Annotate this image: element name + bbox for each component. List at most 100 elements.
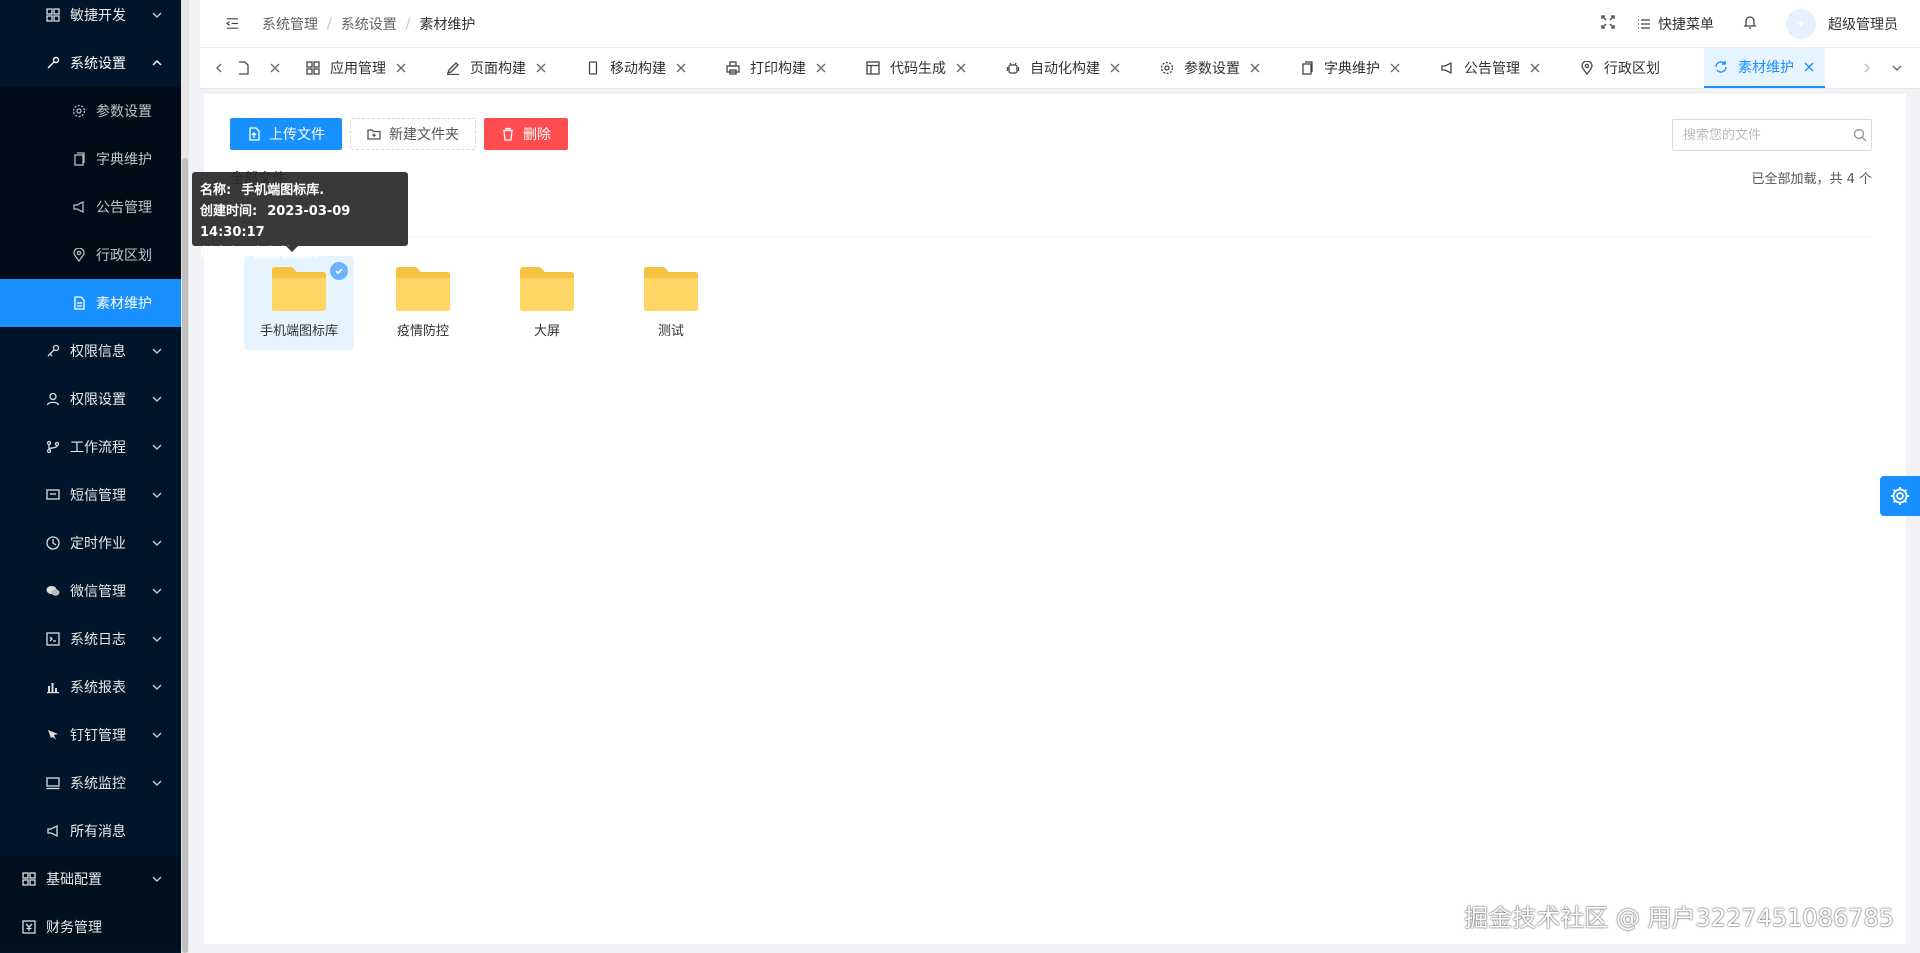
- trash-icon: [501, 127, 515, 141]
- tab-close-icon[interactable]: [1529, 62, 1541, 74]
- file-icon: [72, 296, 86, 310]
- tab-close-icon[interactable]: [1109, 62, 1121, 74]
- sidebar-item-system-reports[interactable]: 系统报表: [0, 663, 189, 711]
- tab-regions[interactable]: 行政区划: [1570, 48, 1670, 88]
- tooltip-label: 创建时间:: [200, 204, 258, 219]
- sidebar-item-dictionary[interactable]: 字典维护: [0, 135, 189, 183]
- sidebar-item-label: 基础配置: [46, 872, 102, 888]
- checkmark-icon[interactable]: [330, 262, 348, 280]
- tab-code-generation[interactable]: 代码生成: [856, 48, 977, 88]
- folder-icon: [272, 267, 326, 311]
- sidebar-item-system-settings[interactable]: 系统设置: [0, 39, 189, 87]
- sidebar-item-wechat[interactable]: 微信管理: [0, 567, 189, 615]
- tab-close-icon[interactable]: [1389, 62, 1401, 74]
- android-icon: [1006, 61, 1020, 75]
- folder-item[interactable]: 疫情防控: [368, 256, 478, 350]
- bell-icon: [1742, 14, 1758, 34]
- folder-icon: [396, 267, 450, 311]
- sidebar-item-agile-dev[interactable]: 敏捷开发: [0, 0, 189, 39]
- tooltip-creator-row: 创建人: 超级管理员: [200, 243, 400, 264]
- tooltip-label: 创建人:: [200, 246, 245, 261]
- file-search[interactable]: [1672, 119, 1872, 151]
- user-menu[interactable]: ✦ 超级管理员: [1776, 0, 1920, 48]
- quick-menu-button[interactable]: 快捷菜单: [1626, 0, 1724, 48]
- tab-close-icon[interactable]: [815, 62, 827, 74]
- new-folder-button[interactable]: 新建文件夹: [350, 118, 476, 150]
- scrollbar-thumb[interactable]: [182, 158, 188, 953]
- gear-icon: [72, 104, 86, 118]
- header-actions: 快捷菜单 ✦ 超级管理员: [1590, 0, 1920, 48]
- sidebar-item-label: 参数设置: [96, 104, 152, 120]
- user-icon: [46, 392, 60, 406]
- folder-tooltip: 名称: 手机端图标库. 创建时间: 2023-03-09 14:30:17 创建人:…: [192, 172, 408, 261]
- sidebar-item-permission-info[interactable]: 权限信息: [0, 327, 189, 375]
- tooltip-value: 手机端图标库.: [241, 183, 325, 198]
- megaphone-icon: [46, 824, 60, 838]
- wrench-icon: [46, 56, 60, 70]
- breadcrumb-item-current: 素材维护: [419, 16, 476, 33]
- tab-more-dropdown-icon[interactable]: [1882, 48, 1912, 88]
- tab-mobile-builder[interactable]: 移动构建: [576, 48, 697, 88]
- sidebar-item-regions[interactable]: 行政区划: [0, 231, 189, 279]
- folder-name: 大屏: [533, 324, 560, 339]
- tab-app-management[interactable]: 应用管理: [296, 48, 417, 88]
- search-input[interactable]: [1683, 127, 1853, 143]
- tab-close-icon[interactable]: [675, 62, 687, 74]
- tab-print-builder[interactable]: 打印构建: [716, 48, 837, 88]
- copy-icon: [1300, 61, 1314, 75]
- list-icon: [1636, 16, 1652, 32]
- chart-icon: [46, 680, 60, 694]
- sidebar-item-label: 微信管理: [70, 584, 126, 600]
- fullscreen-button[interactable]: [1590, 0, 1626, 48]
- sidebar-item-sms[interactable]: 短信管理: [0, 471, 189, 519]
- menu-fold-icon[interactable]: [222, 14, 242, 34]
- sidebar-item-scheduled-jobs[interactable]: 定时作业: [0, 519, 189, 567]
- sidebar-item-dingtalk[interactable]: 钉钉管理: [0, 711, 189, 759]
- chevron-down-icon: [151, 873, 163, 885]
- folder-item[interactable]: 测试: [616, 256, 726, 350]
- sidebar-item-announcements[interactable]: 公告管理: [0, 183, 189, 231]
- sidebar-scrollbar[interactable]: [181, 0, 189, 953]
- sidebar-item-workflow[interactable]: 工作流程: [0, 423, 189, 471]
- tab-close-icon[interactable]: [395, 62, 407, 74]
- sidebar-item-materials[interactable]: 素材维护: [0, 279, 189, 327]
- tab-close-icon[interactable]: [1803, 61, 1815, 73]
- upload-file-button[interactable]: 上传文件: [230, 118, 342, 150]
- sidebar-item-basic-config[interactable]: 基础配置: [0, 855, 189, 903]
- tab-announcements[interactable]: 公告管理: [1430, 48, 1551, 88]
- grid-icon: [46, 8, 60, 22]
- sidebar-item-label: 权限设置: [70, 392, 126, 408]
- sidebar-item-system-monitor[interactable]: 系统监控: [0, 759, 189, 807]
- tab-truncated[interactable]: [226, 48, 291, 88]
- sidebar-item-permission-settings[interactable]: 权限设置: [0, 375, 189, 423]
- folder-item[interactable]: 手机端图标库: [244, 256, 354, 350]
- tab-close-icon[interactable]: [535, 62, 547, 74]
- tab-label: 素材维护: [1738, 60, 1794, 76]
- delete-button[interactable]: 删除: [484, 118, 568, 150]
- sidebar-item-all-messages[interactable]: 所有消息: [0, 807, 189, 855]
- tab-dictionary[interactable]: 字典维护: [1290, 48, 1411, 88]
- folder-name: 测试: [657, 324, 684, 339]
- theme-settings-button[interactable]: [1880, 476, 1920, 516]
- tab-materials[interactable]: 素材维护: [1704, 48, 1825, 88]
- notification-button[interactable]: [1724, 0, 1776, 48]
- grid-icon: [22, 872, 36, 886]
- tab-automation-builder[interactable]: 自动化构建: [996, 48, 1131, 88]
- folder-item[interactable]: 大屏: [492, 256, 602, 350]
- sidebar-item-param-settings[interactable]: 参数设置: [0, 87, 189, 135]
- tab-close-icon[interactable]: [269, 62, 281, 74]
- tab-param-settings[interactable]: 参数设置: [1150, 48, 1271, 88]
- tooltip-created-row: 创建时间: 2023-03-09 14:30:17: [200, 201, 400, 243]
- breadcrumb-item[interactable]: 系统管理: [262, 14, 318, 34]
- breadcrumb-item[interactable]: 系统设置: [341, 14, 397, 34]
- sidebar-item-finance[interactable]: 财务管理: [0, 903, 189, 951]
- sidebar-item-label: 系统设置: [70, 56, 126, 72]
- tab-close-icon[interactable]: [955, 62, 967, 74]
- search-icon[interactable]: [1853, 128, 1867, 142]
- load-status: 已全部加载，共 4 个: [1751, 172, 1872, 187]
- tab-close-icon[interactable]: [1249, 62, 1261, 74]
- tab-page-builder[interactable]: 页面构建: [436, 48, 557, 88]
- megaphone-icon: [72, 200, 86, 214]
- tab-scroll-right-icon[interactable]: [1852, 48, 1882, 88]
- sidebar-item-system-logs[interactable]: 系统日志: [0, 615, 189, 663]
